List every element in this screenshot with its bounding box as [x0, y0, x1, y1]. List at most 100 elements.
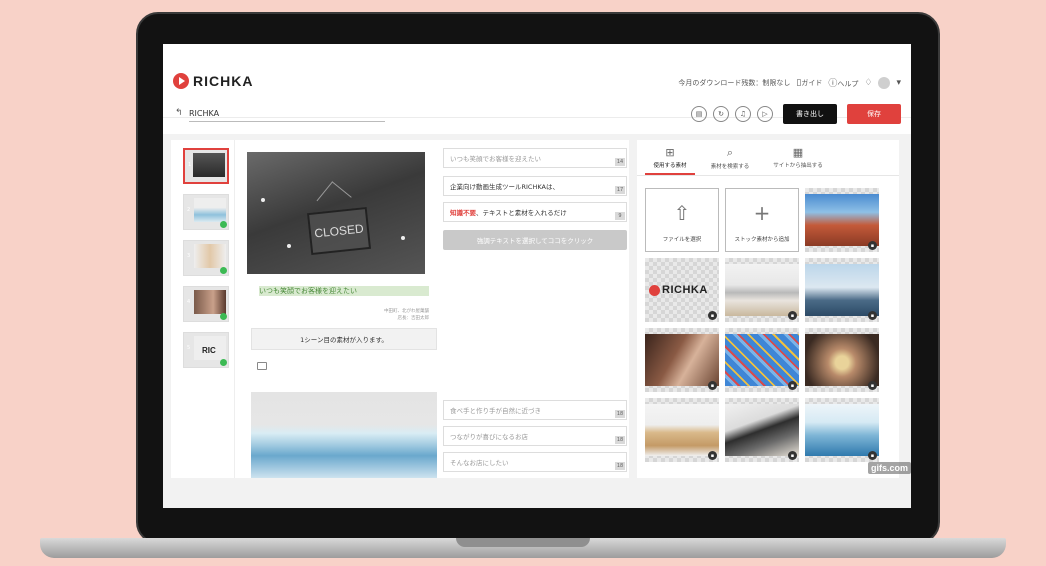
material-tile[interactable]: ▪ — [725, 258, 799, 322]
trash-icon[interactable]: ▪ — [708, 381, 717, 390]
template-icon[interactable]: ▤ — [691, 106, 707, 122]
scene-number: 2 — [187, 207, 191, 213]
select-file-label: ファイルを選択 — [662, 237, 702, 243]
trash-icon[interactable]: ▪ — [868, 381, 877, 390]
scene1-image[interactable]: CLOSED — [247, 152, 425, 274]
trash-icon[interactable]: ▪ — [868, 241, 877, 250]
scene-thumb-image — [194, 198, 226, 222]
richka-logo-material: RICHKA — [649, 284, 708, 296]
scene-thumb-4[interactable]: 4 — [183, 286, 229, 322]
header-right: 今月のダウンロード残数：制限なし ▯ガイド ⓘヘルプ ♢ ▾ — [678, 76, 901, 89]
trash-icon[interactable]: ▪ — [708, 451, 717, 460]
trash-icon[interactable]: ▪ — [708, 311, 717, 320]
trash-icon[interactable]: ▪ — [868, 451, 877, 460]
content-area: 1 2 3 4 5 RIC CLOSED いつも笑顔でお客様を迎えたい 中田町、… — [163, 134, 911, 508]
material-photo — [725, 334, 799, 386]
materials-tabs: ⊞ 使用する素材 ⌕ 素材を検索する ▦ サイトから抽出する — [637, 140, 899, 176]
trash-icon[interactable]: ▪ — [788, 451, 797, 460]
closed-sign: CLOSED — [306, 206, 372, 256]
editor-toolbar: ↰ ▤ ↻ ♫ ▷ 書き出し 保存 — [163, 100, 911, 130]
trash-icon[interactable]: ▪ — [788, 311, 797, 320]
scene-number: 5 — [187, 345, 191, 351]
scene1-caption-band: いつも笑顔でお客様を迎えたい — [259, 286, 429, 296]
material-tile[interactable]: ▪ — [805, 328, 879, 392]
scene1-text-field-3[interactable]: 知識不要 、テキストと素材を入れるだけ 9 — [443, 202, 627, 222]
material-tile[interactable]: ▪ — [805, 398, 879, 462]
download-count: 今月のダウンロード残数：制限なし — [678, 78, 791, 87]
image-icon[interactable] — [257, 362, 267, 370]
scene-thumb-5[interactable]: 5 RIC — [183, 332, 229, 368]
scene-thumb-3[interactable]: 3 — [183, 240, 229, 276]
material-tile[interactable]: ▪ — [645, 328, 719, 392]
play-icon[interactable]: ▷ — [757, 106, 773, 122]
refresh-icon[interactable]: ↻ — [713, 106, 729, 122]
trash-icon[interactable]: ▪ — [868, 311, 877, 320]
char-count: 18 — [615, 462, 625, 470]
field-text: 企業向け動画生成ツールRICHKAは、 — [450, 183, 559, 191]
logo-play-icon — [173, 73, 189, 89]
app-screen: RICHKA 今月のダウンロード残数：制限なし ▯ガイド ⓘヘルプ ♢ ▾ ↰ … — [163, 44, 911, 508]
back-icon[interactable]: ↰ — [175, 108, 183, 118]
credit-line-1: 中田町、北がわ屋菓舗 — [384, 309, 429, 314]
credit-line-2: 店長：吉田太郎 — [397, 316, 430, 321]
material-tile[interactable]: ▪ — [645, 398, 719, 462]
material-tile[interactable]: ▪ — [805, 188, 879, 252]
material-tile[interactable]: ▪ — [805, 258, 879, 322]
export-button[interactable]: 書き出し — [783, 104, 837, 124]
char-count: 14 — [615, 158, 625, 166]
save-button[interactable]: 保存 — [847, 104, 901, 124]
help-link[interactable]: ⓘヘルプ — [828, 76, 858, 89]
project-name-input[interactable] — [189, 106, 385, 122]
add-stock-button[interactable]: + ストック素材から追加 — [725, 188, 799, 252]
material-photo — [725, 404, 799, 456]
trash-icon[interactable]: ▪ — [788, 381, 797, 390]
emphasis-button[interactable]: 強調テキストを選択してココをクリック — [443, 230, 627, 250]
music-icon[interactable]: ♫ — [735, 106, 751, 122]
bell-icon[interactable]: ♢ — [864, 78, 872, 88]
tab-label: 使用する素材 — [653, 163, 687, 169]
laptop-notch — [456, 538, 590, 547]
chevron-down-icon[interactable]: ▾ — [896, 78, 901, 88]
scene2-text-field-2[interactable]: つながりが喜びになるお店 18 — [443, 426, 627, 446]
tab-search-materials[interactable]: ⌕ 素材を検索する — [693, 146, 767, 170]
scene-thumb-image — [194, 290, 226, 314]
select-file-button[interactable]: ⇧ ファイルを選択 — [645, 188, 719, 252]
scene2-text-field-1[interactable]: 食べ手と作り手が自然に近づき 18 — [443, 400, 627, 420]
scene-thumb-1[interactable]: 1 — [183, 148, 229, 184]
help-label: ヘルプ — [837, 80, 859, 88]
scene2-text-field-3[interactable]: そんなお店にしたい 18 — [443, 452, 627, 472]
tab-label: サイトから抽出する — [773, 163, 823, 169]
scene2-image[interactable] — [251, 392, 437, 478]
scene-thumb-2[interactable]: 2 — [183, 194, 229, 230]
material-photo — [805, 334, 879, 386]
material-tile[interactable]: RICHKA ▪ — [645, 258, 719, 322]
tab-label: 素材を検索する — [710, 164, 750, 170]
scene1-text-field-2[interactable]: 企業向け動画生成ツールRICHKAは、 17 — [443, 176, 627, 196]
light-dot — [401, 236, 405, 240]
char-count: 18 — [615, 436, 625, 444]
check-icon — [220, 359, 227, 366]
material-drop-zone[interactable]: 1シーン目の素材が入ります。 — [251, 328, 437, 350]
check-icon — [220, 313, 227, 320]
avatar[interactable] — [878, 76, 891, 89]
scene-editor: 1 2 3 4 5 RIC CLOSED いつも笑顔でお客様を迎えたい 中田町、… — [171, 140, 629, 478]
scene-number: 4 — [187, 299, 191, 305]
scene1-credit: 中田町、北がわ屋菓舗 店長：吉田太郎 — [359, 308, 429, 322]
plus-icon: + — [753, 201, 771, 225]
upload-icon: ⇧ — [673, 201, 691, 225]
material-photo — [725, 264, 799, 316]
char-count: 17 — [615, 186, 625, 194]
char-count: 9 — [615, 212, 625, 220]
material-tile[interactable]: ▪ — [725, 328, 799, 392]
tab-extract-site[interactable]: ▦ サイトから抽出する — [761, 146, 835, 169]
scene-thumb-logo-text: RIC — [202, 346, 216, 355]
material-tile[interactable]: ▪ — [725, 398, 799, 462]
scene-list: 1 2 3 4 5 RIC — [171, 140, 235, 478]
field-text: 、テキストと素材を入れるだけ — [476, 209, 567, 217]
guide-link[interactable]: ▯ガイド — [796, 78, 822, 88]
web-icon: ▦ — [792, 146, 804, 159]
scene1-text-field-1[interactable]: いつも笑顔でお客様を迎えたい 14 — [443, 148, 627, 168]
logo[interactable]: RICHKA — [173, 73, 253, 89]
materials-panel: ⊞ 使用する素材 ⌕ 素材を検索する ▦ サイトから抽出する ⇧ ファイルを選択 — [637, 140, 899, 478]
check-icon — [220, 221, 227, 228]
